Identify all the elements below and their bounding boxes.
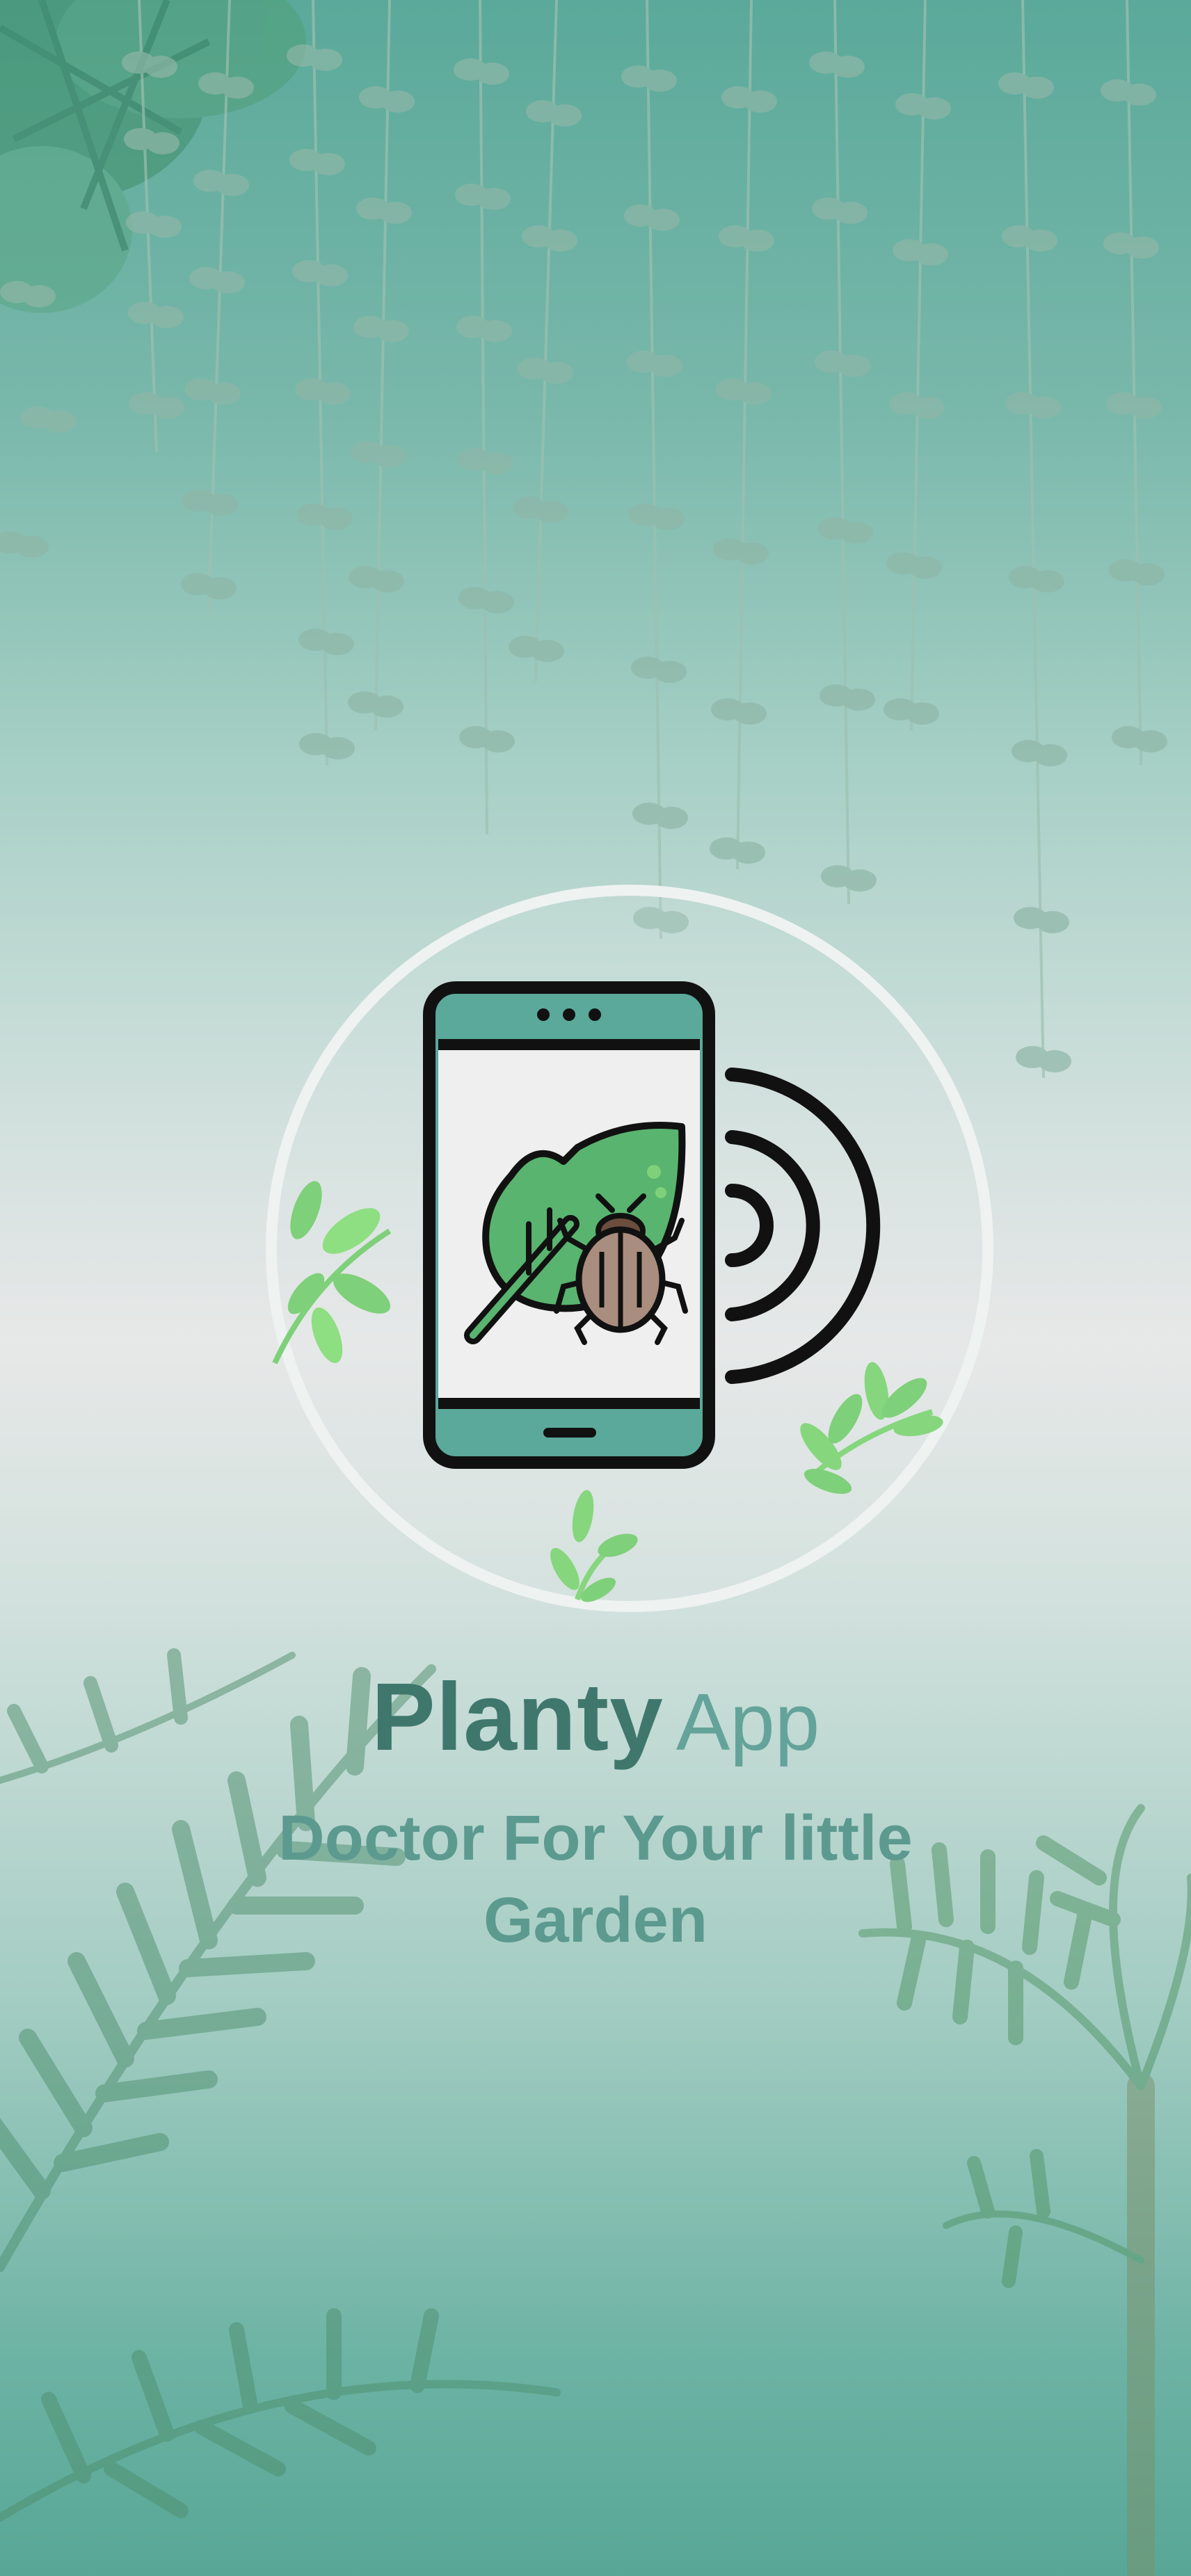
app-brand-name: Planty [371,1664,664,1771]
hero-illustration [266,885,993,1612]
app-brand-suffix: App [676,1677,820,1767]
app-tagline: Doctor For Your little Garden [278,1803,913,1956]
app-title: Planty App [0,1662,1191,1773]
